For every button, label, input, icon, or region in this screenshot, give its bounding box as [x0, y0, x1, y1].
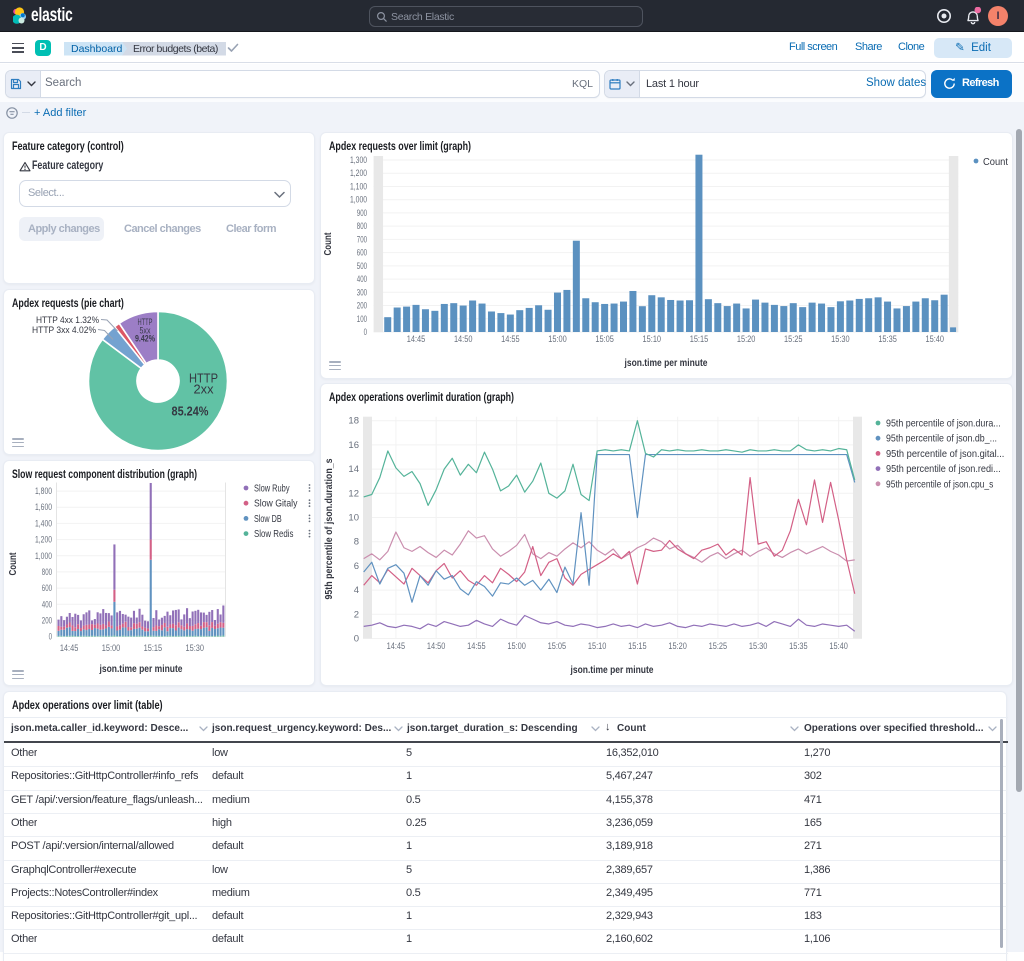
svg-text:json.time per minute: json.time per minute — [570, 664, 654, 676]
svg-text:1,000: 1,000 — [35, 551, 52, 562]
svg-text:500: 500 — [357, 261, 367, 272]
svg-text:95th percentile of json.durati: 95th percentile of json.duration_s — [324, 458, 335, 599]
svg-text:15:20: 15:20 — [668, 641, 687, 652]
svg-text:1,600: 1,600 — [35, 502, 52, 513]
svg-text:0: 0 — [354, 634, 359, 645]
svg-text:14: 14 — [348, 464, 359, 475]
svg-text:400: 400 — [42, 599, 52, 610]
svg-text:1,000: 1,000 — [350, 195, 367, 206]
svg-text:Count: Count — [983, 156, 1008, 168]
svg-text:18: 18 — [348, 416, 359, 427]
svg-text:600: 600 — [357, 248, 367, 259]
svg-text:15:05: 15:05 — [548, 641, 567, 652]
svg-text:15:35: 15:35 — [789, 641, 808, 652]
svg-text:16: 16 — [348, 440, 359, 451]
svg-text:14:45: 14:45 — [407, 334, 426, 345]
svg-text:4: 4 — [354, 585, 359, 596]
svg-text:95th percentile of json.cpu_s: 95th percentile of json.cpu_s — [886, 478, 993, 490]
svg-text:200: 200 — [357, 301, 367, 312]
svg-text:15:30: 15:30 — [186, 643, 205, 654]
svg-text:95th percentile of json.db_...: 95th percentile of json.db_... — [886, 433, 997, 445]
svg-text:15:35: 15:35 — [878, 334, 897, 345]
svg-text:Slow Redis: Slow Redis — [254, 528, 294, 540]
svg-text:1,200: 1,200 — [350, 168, 367, 179]
svg-text:15:15: 15:15 — [690, 334, 709, 345]
svg-text:HTTP 3xx 4.02%: HTTP 3xx 4.02% — [32, 325, 96, 336]
svg-text:14:45: 14:45 — [60, 643, 79, 654]
svg-text:Slow DB: Slow DB — [254, 513, 282, 525]
svg-text:15:15: 15:15 — [144, 643, 163, 654]
svg-text:1,800: 1,800 — [35, 486, 52, 497]
svg-text:100: 100 — [357, 314, 367, 325]
svg-text:15:00: 15:00 — [548, 334, 567, 345]
svg-text:Slow Gitaly: Slow Gitaly — [254, 498, 298, 510]
svg-text:Count: Count — [322, 232, 334, 255]
svg-text:900: 900 — [357, 208, 367, 219]
svg-text:800: 800 — [357, 221, 367, 232]
svg-text:10: 10 — [348, 513, 359, 524]
svg-text:Count: Count — [7, 552, 19, 575]
svg-text:2: 2 — [354, 609, 359, 620]
svg-text:6: 6 — [354, 561, 359, 572]
svg-text:95th percentile of json.dura..: 95th percentile of json.dura... — [886, 418, 1001, 430]
svg-text:15:10: 15:10 — [588, 641, 607, 652]
svg-text:15:00: 15:00 — [507, 641, 526, 652]
svg-text:0: 0 — [49, 632, 52, 643]
svg-text:14:50: 14:50 — [454, 334, 473, 345]
svg-text:200: 200 — [42, 615, 52, 626]
svg-text:15:20: 15:20 — [737, 334, 756, 345]
svg-text:14:55: 14:55 — [467, 641, 486, 652]
svg-text:15:40: 15:40 — [829, 641, 848, 652]
svg-text:85.24%: 85.24% — [172, 405, 209, 419]
svg-text:15:40: 15:40 — [925, 334, 944, 345]
svg-text:12: 12 — [348, 488, 359, 499]
svg-text:14:50: 14:50 — [427, 641, 446, 652]
svg-text:15:00: 15:00 — [102, 643, 121, 654]
svg-text:1,100: 1,100 — [350, 181, 367, 192]
svg-text:1,200: 1,200 — [35, 535, 52, 546]
svg-text:15:05: 15:05 — [595, 334, 614, 345]
svg-text:800: 800 — [42, 567, 52, 578]
svg-text:15:30: 15:30 — [749, 641, 768, 652]
svg-text:json.time per minute: json.time per minute — [624, 357, 708, 369]
svg-text:8: 8 — [354, 537, 359, 548]
svg-text:1,400: 1,400 — [35, 518, 52, 529]
svg-text:1,300: 1,300 — [350, 155, 367, 166]
svg-text:15:10: 15:10 — [643, 334, 662, 345]
svg-text:9.42%: 9.42% — [135, 334, 155, 344]
svg-text:14:45: 14:45 — [387, 641, 406, 652]
svg-text:0: 0 — [364, 327, 367, 338]
svg-text:400: 400 — [357, 274, 367, 285]
svg-text:2xx: 2xx — [194, 383, 215, 397]
svg-text:95th percentile of json.redi..: 95th percentile of json.redi... — [886, 463, 1001, 475]
svg-text:700: 700 — [357, 234, 367, 245]
svg-text:json.time per minute: json.time per minute — [99, 663, 183, 675]
svg-text:15:30: 15:30 — [831, 334, 850, 345]
svg-text:15:15: 15:15 — [628, 641, 647, 652]
svg-text:15:25: 15:25 — [784, 334, 803, 345]
svg-text:15:25: 15:25 — [709, 641, 728, 652]
svg-text:Slow Ruby: Slow Ruby — [254, 483, 290, 495]
svg-text:600: 600 — [42, 583, 52, 594]
svg-text:300: 300 — [357, 287, 367, 298]
svg-text:95th percentile of json.gital.: 95th percentile of json.gital... — [886, 448, 1004, 460]
svg-text:14:55: 14:55 — [501, 334, 519, 345]
